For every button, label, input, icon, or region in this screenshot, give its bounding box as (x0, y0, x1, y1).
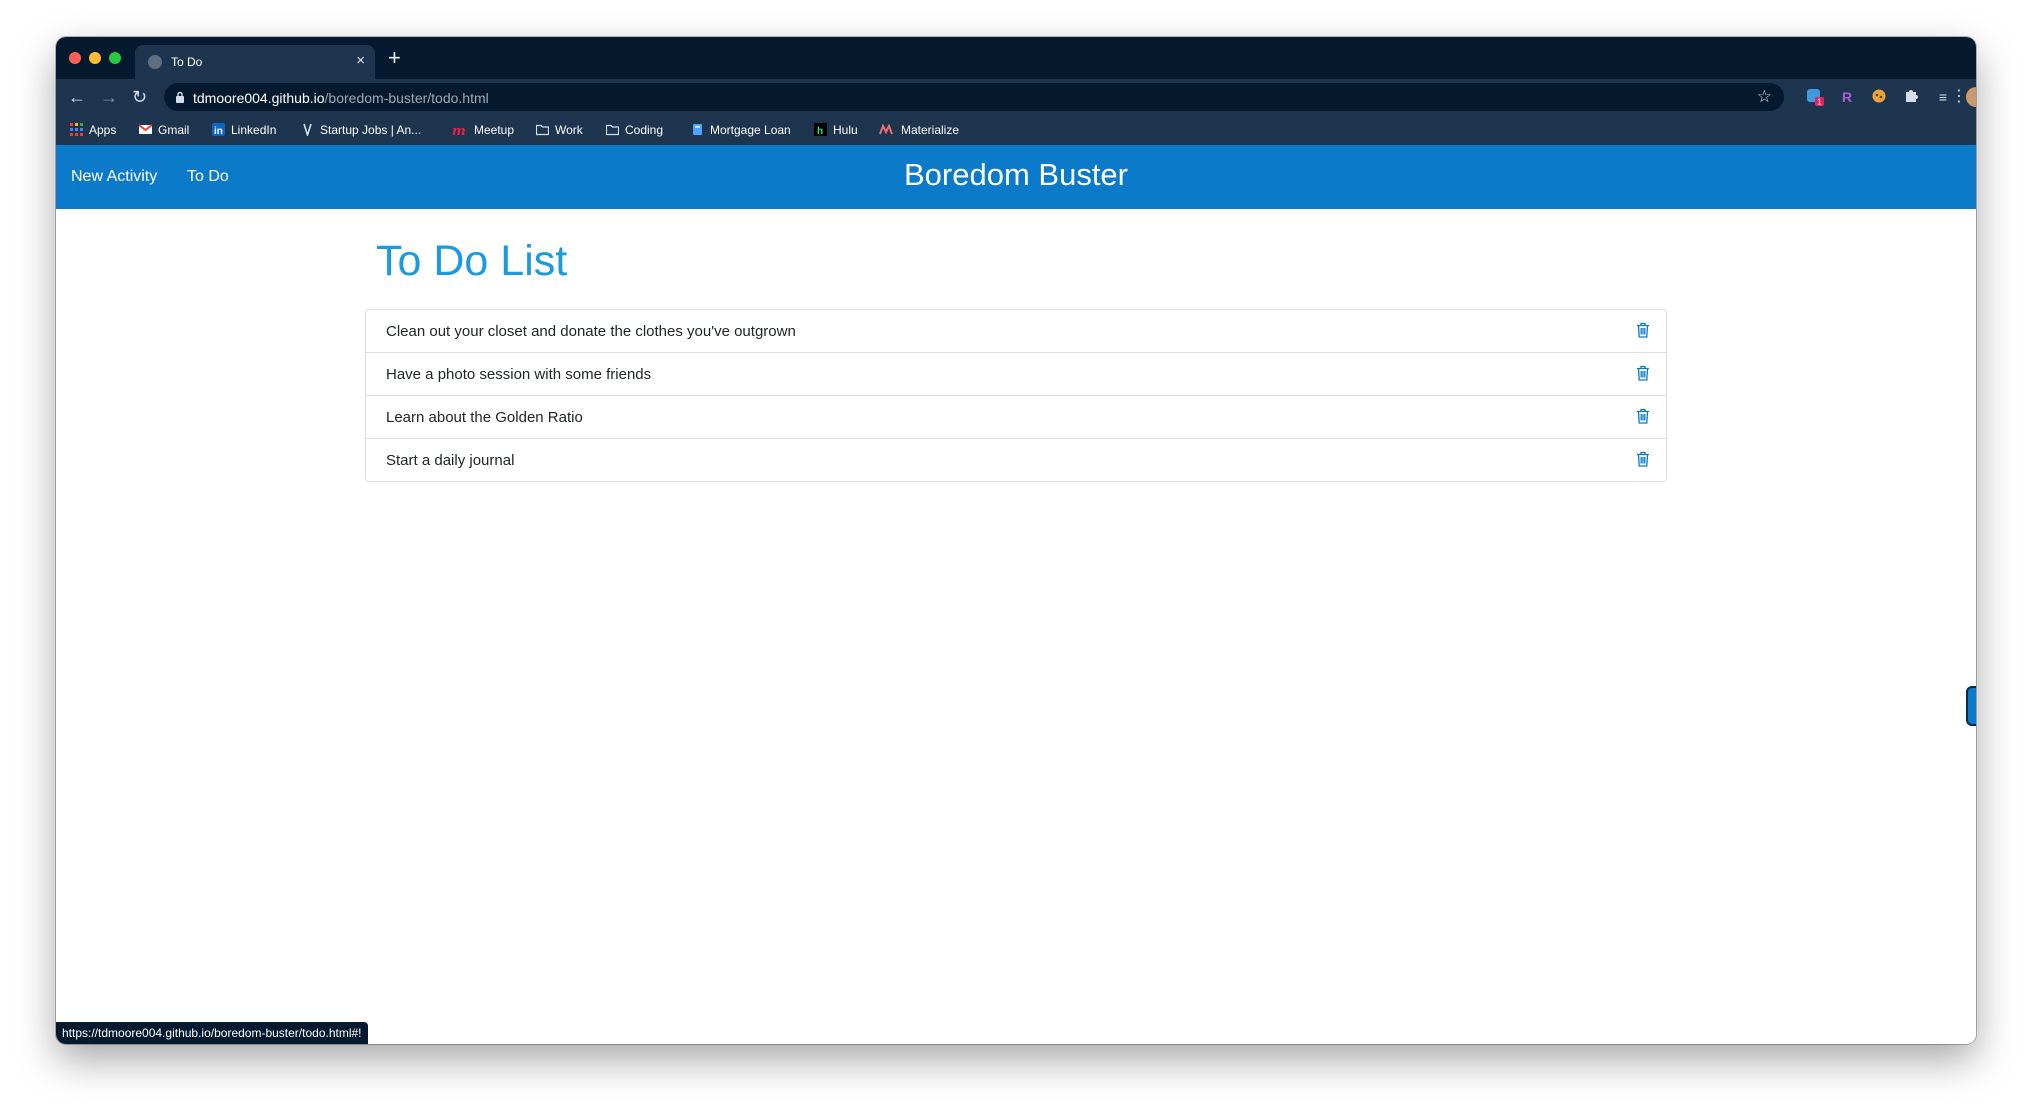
close-window-button[interactable] (69, 52, 81, 64)
new-tab-button[interactable]: + (388, 47, 401, 69)
extension-badge-count: 1 (1817, 98, 1822, 107)
trash-icon[interactable] (1636, 451, 1650, 467)
reading-list-icon[interactable]: ≡ (1934, 88, 1952, 106)
bookmark-coding[interactable]: Coding (606, 123, 663, 137)
svg-text:h: h (817, 126, 823, 136)
tab-title: To Do (171, 55, 203, 69)
bookmark-startup-jobs[interactable]: Startup Jobs | An... (301, 123, 421, 137)
url-host: tdmoore004.github.io (193, 90, 325, 106)
bookmark-page-icon (693, 124, 702, 135)
cookie-extension-icon[interactable] (1870, 88, 1888, 106)
todo-list: Clean out your closet and donate the clo… (365, 309, 1667, 482)
bookmark-meetup[interactable]: m Meetup (452, 123, 514, 137)
tab-strip: To Do × + (56, 37, 1976, 79)
svg-text:m: m (452, 124, 466, 136)
bookmark-mortgage-loan[interactable]: Mortgage Loan (691, 123, 791, 137)
linkedin-icon: in (212, 123, 225, 136)
bookmark-label: Materialize (901, 123, 960, 137)
bookmark-label: Hulu (833, 123, 858, 137)
svg-text:in: in (214, 126, 223, 136)
todo-item: Have a photo session with some friends (366, 353, 1666, 396)
minimize-window-button[interactable] (89, 52, 101, 64)
forward-arrow-icon[interactable]: → (100, 87, 118, 107)
app-navbar: New Activity To Do Boredom Buster (56, 145, 1976, 209)
trash-icon[interactable] (1636, 322, 1650, 338)
status-bar-url: https://tdmoore004.github.io/boredom-bus… (56, 1022, 368, 1044)
globe-icon (148, 55, 162, 69)
r-extension-icon[interactable]: R (1838, 88, 1856, 106)
todo-item: Clean out your closet and donate the clo… (366, 310, 1666, 353)
apps-grid-icon (70, 123, 83, 136)
bookmark-materialize[interactable]: Materialize (879, 123, 959, 137)
url-path: /boredom-buster/todo.html (324, 90, 489, 106)
gmail-icon (139, 124, 152, 134)
tab-todo[interactable]: To Do × (135, 45, 375, 79)
bookmark-linkedin[interactable]: in LinkedIn (212, 123, 276, 137)
back-arrow-icon[interactable]: ← (68, 87, 86, 107)
bookmark-hulu[interactable]: h Hulu (814, 123, 858, 137)
maximize-window-button[interactable] (109, 52, 121, 64)
puzzle-extensions-icon[interactable] (1902, 88, 1920, 106)
lock-icon (176, 91, 184, 103)
bookmark-label: Apps (89, 123, 117, 137)
trash-icon[interactable] (1636, 365, 1650, 381)
bookmark-label: Gmail (158, 123, 190, 137)
bookmark-label: Mortgage Loan (710, 123, 791, 137)
page-content: New Activity To Do Boredom Buster To Do … (56, 145, 1976, 1044)
bookmark-gmail[interactable]: Gmail (139, 123, 189, 137)
bookmark-label: LinkedIn (231, 123, 277, 137)
bookmark-label: Work (555, 123, 583, 137)
close-tab-icon[interactable]: × (356, 53, 365, 69)
bookmark-work[interactable]: Work (536, 123, 583, 137)
bookmark-label: Coding (625, 123, 664, 137)
app-brand[interactable]: Boredom Buster (56, 157, 1976, 193)
trash-icon[interactable] (1636, 408, 1650, 424)
todo-text: Start a daily journal (386, 452, 515, 469)
todo-text: Clean out your closet and donate the clo… (386, 323, 796, 340)
todo-item: Start a daily journal (366, 439, 1666, 481)
folder-icon (606, 124, 619, 136)
browser-window: To Do × + ← → ↻ tdmoore004.github.io/bor… (56, 37, 1976, 1044)
todo-text: Have a photo session with some friends (386, 366, 652, 383)
page-title: To Do List (376, 237, 568, 285)
chrome-menu-icon[interactable]: ⋮ (1951, 86, 1967, 106)
extension-shield-icon[interactable]: 1 (1806, 88, 1824, 107)
reload-icon[interactable]: ↻ (132, 87, 147, 107)
address-bar[interactable]: tdmoore004.github.io/boredom-buster/todo… (164, 83, 1784, 111)
startup-jobs-icon (303, 123, 312, 136)
bookmarks-bar: Apps Gmail in LinkedIn Startup Jobs | An.… (56, 115, 1976, 145)
bookmark-label: Startup Jobs | An... (320, 123, 422, 137)
browser-toolbar: ← → ↻ tdmoore004.github.io/boredom-buste… (56, 79, 1976, 115)
materialize-icon (879, 123, 893, 135)
bookmark-apps[interactable]: Apps (70, 123, 116, 137)
extension-badge-icon: 1 (1807, 89, 1824, 107)
folder-icon (536, 124, 549, 136)
bookmark-label: Meetup (474, 123, 515, 137)
profile-avatar[interactable] (1966, 87, 1976, 107)
side-panel-handle[interactable] (1966, 686, 1976, 726)
hulu-icon: h (814, 123, 827, 136)
todo-text: Learn about the Golden Ratio (386, 409, 583, 426)
meetup-icon: m (452, 124, 466, 136)
todo-item: Learn about the Golden Ratio (366, 396, 1666, 439)
bookmark-star-icon[interactable]: ☆ (1757, 87, 1772, 107)
url-text: tdmoore004.github.io/boredom-buster/todo… (193, 90, 489, 106)
